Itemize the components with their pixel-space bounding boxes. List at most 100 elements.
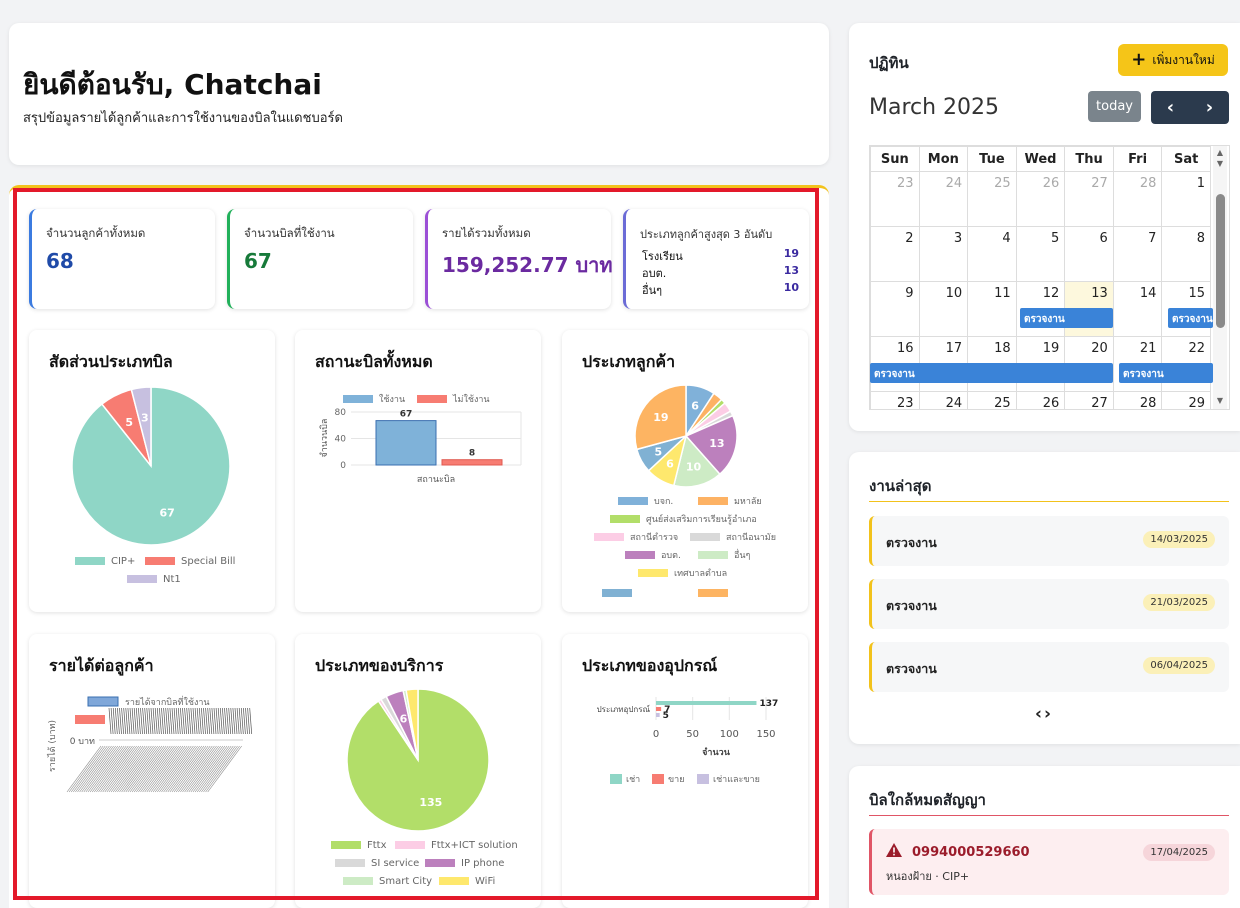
bar-value-label: [112, 707, 116, 735]
legend-label: อื่นๆ: [734, 548, 751, 561]
calendar-day[interactable]: 26: [1015, 171, 1066, 227]
bar-value-label: [140, 707, 143, 735]
bar: [656, 707, 662, 711]
calendar-day[interactable]: 28: [1112, 391, 1163, 409]
x-tick-label: [167, 745, 203, 793]
calendar-day[interactable]: 28: [1112, 171, 1163, 227]
bar-value-label: [188, 707, 192, 735]
x-tick-label: [178, 745, 213, 793]
calendar-day[interactable]: 7: [1112, 226, 1163, 282]
legend-swatch: [690, 533, 720, 541]
calendar-day[interactable]: 5: [1015, 226, 1066, 282]
calendar-day[interactable]: 24: [918, 171, 969, 227]
bar-value-label: [232, 707, 236, 735]
expiring-bill-item[interactable]: 0994000529660 17/04/2025 หนองฝ้าย · CIP+: [869, 829, 1229, 895]
calendar-day[interactable]: 11: [967, 281, 1017, 337]
calendar-day[interactable]: 6: [1064, 226, 1114, 282]
calendar-day[interactable]: 23: [870, 171, 920, 227]
calendar-event[interactable]: ตรวจงาน: [1020, 308, 1113, 328]
calendar-day[interactable]: 2: [870, 226, 920, 282]
plus-icon: +: [1131, 49, 1147, 70]
bar-value-label: [247, 707, 250, 735]
bar-value-label: [203, 707, 206, 735]
bar-value-label: [219, 707, 223, 735]
x-tick-label: [196, 745, 232, 793]
x-tick-label: [192, 745, 228, 793]
legend-label: รายได้จากบิลที่ใช้งาน: [125, 695, 210, 708]
x-tick-label: [83, 745, 119, 793]
calendar-day[interactable]: 25: [967, 171, 1017, 227]
bar-value-label: [196, 707, 200, 735]
bar-value-label: [215, 707, 219, 735]
x-tick-label: [100, 745, 135, 793]
x-tick-label: [148, 745, 184, 793]
x-tick-label: 0: [653, 729, 659, 740]
x-tick-label: [146, 745, 182, 793]
y-axis-label: รายได้ (บาท): [47, 720, 58, 772]
chart-card-revenue-per-customer: รายได้ต่อลูกค้า รายได้จากบิลที่ใช้งาน ราย…: [29, 634, 275, 908]
add-task-label: เพิ่มงานใหม่: [1152, 52, 1215, 67]
calendar-event[interactable]: ตรวจงาน: [1119, 363, 1213, 383]
calendar-event[interactable]: ตรวจงาน: [1168, 308, 1213, 328]
calendar-nav: ‹ ›: [1151, 91, 1229, 124]
x-tick-label: 50: [686, 729, 699, 740]
calendar-event[interactable]: ตรวจงาน: [870, 363, 1113, 383]
calendar-day[interactable]: 27: [1064, 171, 1114, 227]
recent-task-item[interactable]: ตรวจงาน 14/03/2025: [869, 516, 1229, 566]
calendar-day[interactable]: 4: [967, 226, 1017, 282]
y-tick-label: ประเภทอุปกรณ์: [597, 704, 651, 714]
calendar-day[interactable]: 8: [1161, 226, 1211, 282]
x-tick-label: [79, 745, 114, 793]
scroll-down-icon[interactable]: ▼: [1214, 159, 1226, 168]
recent-pager[interactable]: ‹›: [1035, 704, 1053, 724]
today-button[interactable]: today: [1088, 91, 1141, 122]
stat-label: ประเภทลูกค้าสูงสุด 3 อันดับ: [640, 228, 773, 241]
bar-value-label: [226, 707, 229, 735]
prev-month-button[interactable]: ‹: [1151, 91, 1190, 124]
calendar-day[interactable]: 26: [1015, 391, 1066, 409]
stat-label: รายได้รวมทั้งหมด: [442, 226, 531, 240]
x-tick-label: [106, 745, 142, 793]
x-tick-label: [81, 745, 116, 793]
task-date-badge: 21/03/2025: [1143, 594, 1215, 611]
next-month-button[interactable]: ›: [1190, 91, 1229, 124]
slice-value-label: 6: [400, 712, 408, 725]
top-type-name: อื่นๆ: [642, 284, 663, 297]
task-date-badge: 06/04/2025: [1143, 657, 1215, 674]
x-tick-label: [133, 745, 169, 793]
y-axis-label: จำนวนบิล: [319, 419, 330, 458]
calendar-day[interactable]: 27: [1064, 391, 1114, 409]
bar-value-label: 67: [400, 410, 413, 420]
legend-swatch: [145, 557, 175, 565]
calendar-day[interactable]: 9: [870, 281, 920, 337]
recent-task-item[interactable]: ตรวจงาน 21/03/2025: [869, 579, 1229, 629]
x-tick-label: [127, 745, 163, 793]
x-tick-label: [131, 745, 167, 793]
x-tick-label: [157, 745, 192, 793]
calendar-day[interactable]: 24: [918, 391, 969, 409]
scroll-bottom-icon[interactable]: ▼: [1214, 396, 1226, 405]
calendar-day[interactable]: 1: [1161, 171, 1211, 227]
calendar-day[interactable]: 10: [918, 281, 969, 337]
bar-value-label: [108, 707, 112, 735]
bar-value-label: [182, 707, 185, 735]
scroll-thumb[interactable]: [1216, 194, 1225, 328]
recent-task-item[interactable]: ตรวจงาน 06/04/2025: [869, 642, 1229, 692]
legend-swatch: [610, 774, 622, 784]
calendar-day[interactable]: 14: [1112, 281, 1163, 337]
calendar-day[interactable]: 3: [918, 226, 969, 282]
x-tick-label: [68, 745, 104, 793]
bar-value-label: [217, 707, 221, 735]
bar-value-label: [110, 707, 114, 735]
add-task-button[interactable]: + เพิ่มงานใหม่: [1118, 44, 1228, 76]
customer-type-pie-chart: 613106519บจก. มหาลัยศูนย์ส่งเสริมการเรียน…: [594, 384, 776, 597]
calendar-day[interactable]: 29: [1161, 391, 1211, 409]
calendar-scrollbar[interactable]: ▲ ▼ ▼: [1213, 146, 1227, 409]
bar: [441, 459, 503, 466]
expiring-title: บิลใกล้หมดสัญญา: [869, 791, 986, 809]
scroll-up-icon[interactable]: ▲: [1214, 148, 1226, 157]
calendar-day[interactable]: 23: [870, 391, 920, 409]
calendar-day[interactable]: 25: [967, 391, 1017, 409]
y-tick-label: 80: [335, 408, 347, 418]
x-tick-label: [87, 745, 123, 793]
